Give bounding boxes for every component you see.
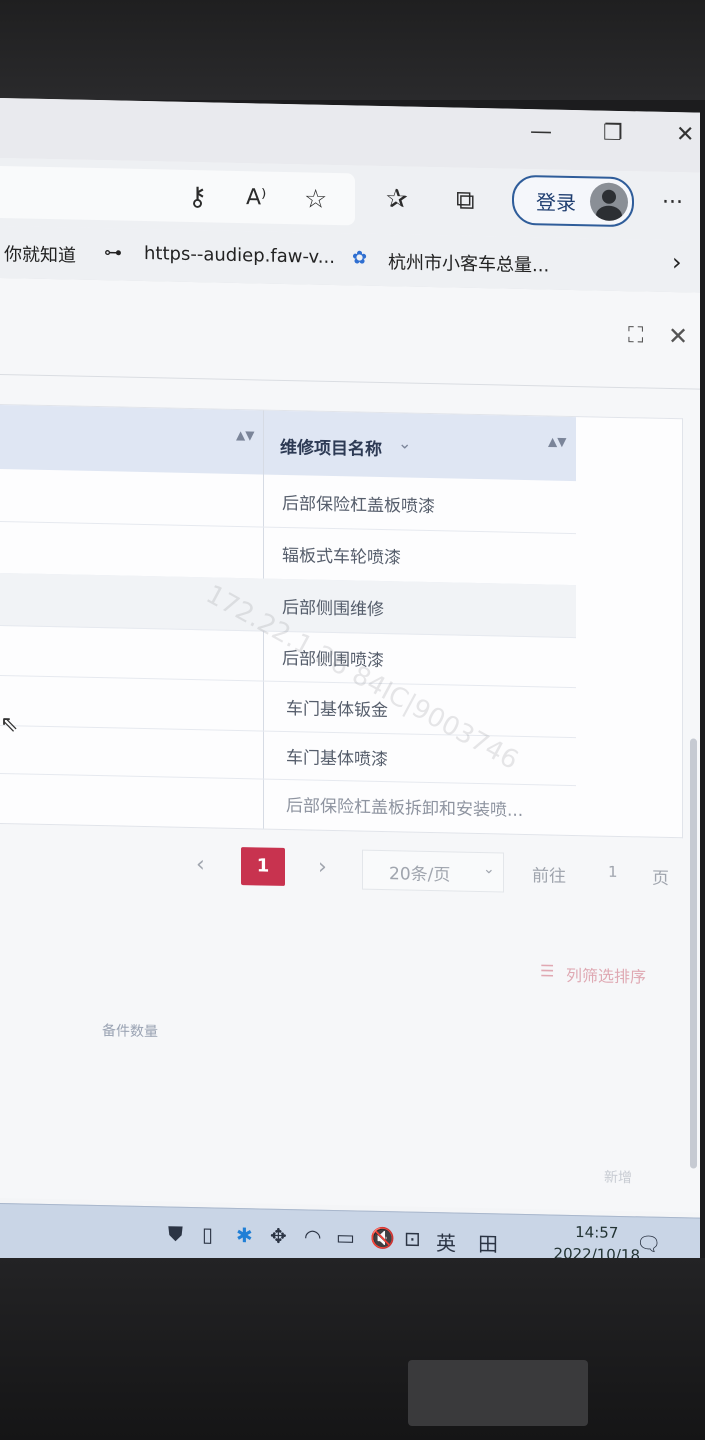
notification-icon[interactable]: 🗨 (636, 1231, 661, 1256)
collections-icon[interactable]: ⧉ (456, 186, 475, 216)
bookmark-item[interactable]: 杭州市小客车总量... (388, 248, 549, 277)
chevron-down-icon[interactable]: ⌄ (398, 433, 411, 452)
read-aloud-icon[interactable]: A⁾ (246, 183, 266, 213)
sort-icon[interactable]: ▲▼ (236, 428, 254, 442)
address-bar[interactable]: ⚷ A⁾ ☆ (0, 166, 355, 226)
table-cell: 后部保险杠盖板喷漆 (282, 493, 435, 518)
page-content: ⛶ ✕ ▲▼ 维修项目名称 ⌄ ▲▼ 后部保险杠盖板喷漆 辐板式车轮喷漆 后部侧… (0, 278, 700, 1213)
table-cell: 后部侧围维修 (282, 597, 384, 621)
prev-page-icon[interactable]: ‹ (196, 852, 205, 877)
dialog-header: ⛶ ✕ (0, 278, 700, 390)
next-page-icon[interactable]: › (318, 855, 327, 880)
add-new-button[interactable]: 新增 (604, 1167, 632, 1188)
pagination: ‹ 1 › 20条/页 ⌄ 前往 1 页 (0, 838, 700, 913)
shield-icon[interactable]: ⛊ (168, 1222, 183, 1246)
laptop-bezel-bottom (0, 1258, 705, 1440)
keyboard-grid-icon[interactable]: 田 (478, 1228, 498, 1257)
login-button[interactable]: 登录 (512, 174, 634, 228)
page-size-select[interactable]: 20条/页 ⌄ (362, 849, 504, 893)
restore-icon[interactable]: ❐ (603, 121, 623, 146)
usb-icon[interactable]: ▯ (202, 1222, 213, 1246)
flower-icon: ✿ (352, 247, 368, 269)
ime-language-indicator[interactable]: 英 (436, 1227, 456, 1256)
laptop-hinge (408, 1360, 588, 1426)
bluetooth-icon[interactable]: ✱ (236, 1223, 253, 1247)
password-key-icon[interactable]: ⚷ (188, 182, 207, 212)
dialog-close-icon[interactable]: ✕ (668, 322, 688, 350)
page-suffix: 页 (652, 868, 669, 890)
battery-icon[interactable]: ▭ (336, 1225, 355, 1249)
column-filter-sort-link[interactable]: 列筛选排序 (566, 962, 646, 988)
laptop-bezel-top (0, 0, 705, 100)
chevron-down-icon: ⌄ (483, 861, 495, 878)
bookmark-item[interactable]: https--audiep.faw-v... (144, 243, 335, 268)
filter-icon[interactable]: ☰ (540, 961, 554, 980)
login-label: 登录 (536, 190, 576, 216)
more-icon[interactable]: ··· (662, 188, 683, 218)
avatar-icon (590, 182, 628, 222)
sort-icon[interactable]: ▲▼ (548, 434, 566, 448)
goto-page-input[interactable]: 1 (608, 863, 618, 881)
clock-time: 14:57 (575, 1223, 619, 1242)
favorites-icon[interactable]: ✰ (386, 184, 408, 214)
wifi-icon[interactable]: ◠ (304, 1224, 321, 1248)
spare-parts-label: 备件数量 (102, 1023, 158, 1041)
bookmark-item[interactable]: 你就知道 (4, 240, 76, 268)
table-header: ▲▼ 维修项目名称 ⌄ ▲▼ (0, 405, 576, 482)
page-size-label: 20条/页 (389, 864, 451, 886)
minimize-icon[interactable]: — (530, 119, 552, 144)
column-header-repair-item[interactable]: 维修项目名称 (280, 433, 382, 460)
page-button-current[interactable]: 1 (241, 847, 285, 886)
volume-muted-icon[interactable]: 🔇 (370, 1226, 395, 1251)
bookmarks-more-icon[interactable]: › (672, 248, 682, 276)
fullscreen-icon[interactable]: ⛶ (628, 323, 643, 348)
link-icon: ⊶ (104, 242, 122, 264)
app-tray-icon[interactable]: ✥ (270, 1224, 287, 1248)
repair-items-table: ▲▼ 维修项目名称 ⌄ ▲▼ 后部保险杠盖板喷漆 辐板式车轮喷漆 后部侧围维修 … (0, 404, 683, 839)
table-cell: 后部保险杠盖板拆卸和安装喷... (286, 795, 524, 821)
add-favorite-icon[interactable]: ☆ (304, 184, 327, 214)
table-cell: 车门基体喷漆 (286, 747, 388, 771)
table-cell: 辐板式车轮喷漆 (282, 545, 401, 569)
input-method-icon[interactable]: ⊡ (404, 1226, 421, 1250)
vertical-scrollbar[interactable] (690, 738, 697, 1169)
close-icon[interactable]: ✕ (676, 122, 694, 147)
mouse-cursor-icon: ⇖ (0, 712, 19, 738)
screen: — ❐ ✕ ⚷ A⁾ ☆ ✰ ⧉ 登录 ··· 你就知道 ⊶ https--au… (0, 98, 700, 1273)
goto-label: 前往 (532, 866, 566, 887)
